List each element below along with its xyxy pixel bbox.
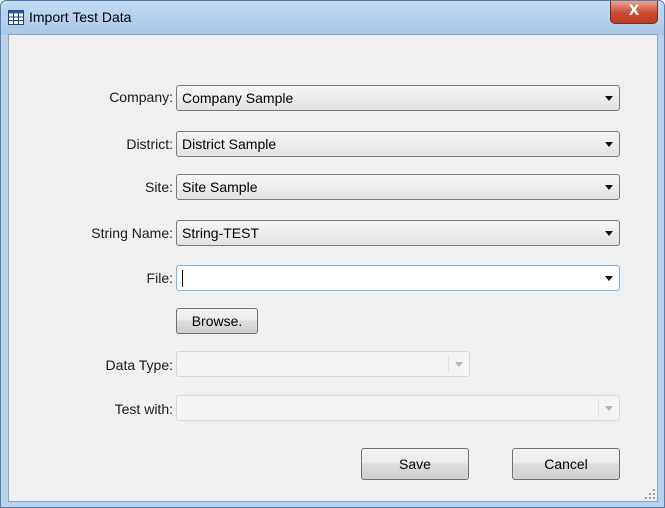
cancel-button-label: Cancel [544, 456, 588, 472]
chevron-down-icon [455, 362, 463, 367]
table-icon [8, 10, 24, 25]
browse-button[interactable]: Browse. [176, 308, 258, 334]
data-type-label: Data Type: [105, 357, 173, 373]
dropdown-separator [598, 399, 599, 417]
company-dropdown[interactable]: Company Sample [176, 85, 620, 111]
chevron-down-icon [605, 96, 613, 101]
chevron-down-icon [605, 231, 613, 236]
site-dropdown[interactable]: Site Sample [176, 174, 620, 200]
close-icon: X [628, 3, 640, 19]
close-button[interactable]: X [610, 1, 658, 24]
save-button[interactable]: Save [361, 448, 469, 480]
data-type-dropdown[interactable] [176, 351, 470, 377]
chevron-down-icon [605, 406, 613, 411]
file-label: File: [146, 270, 173, 286]
title-bar[interactable]: Import Test Data X [1, 1, 664, 35]
company-value: Company Sample [182, 90, 294, 106]
test-with-label: Test with: [114, 401, 173, 417]
chevron-down-icon [605, 185, 613, 190]
text-caret [182, 270, 183, 287]
file-combobox[interactable] [176, 265, 620, 291]
resize-grip-icon[interactable] [645, 489, 655, 499]
cancel-button[interactable]: Cancel [512, 448, 620, 480]
save-button-label: Save [399, 456, 431, 472]
import-test-data-window: Import Test Data X Company: Company Samp… [0, 0, 665, 508]
district-value: District Sample [182, 136, 277, 152]
district-label: District: [126, 136, 173, 152]
test-with-dropdown[interactable] [176, 395, 620, 421]
string-name-label: String Name: [91, 225, 173, 241]
site-label: Site: [144, 179, 173, 195]
string-name-dropdown[interactable]: String-TEST [176, 220, 620, 246]
chevron-down-icon [605, 276, 613, 281]
company-label: Company: [109, 89, 173, 105]
dropdown-separator [448, 355, 449, 373]
string-name-value: String-TEST [182, 225, 260, 241]
browse-button-label: Browse. [191, 313, 243, 329]
window-title: Import Test Data [29, 9, 132, 25]
site-value: Site Sample [182, 179, 258, 195]
dialog-body: Company: Company Sample District: Distri… [8, 34, 658, 502]
chevron-down-icon [605, 142, 613, 147]
district-dropdown[interactable]: District Sample [176, 131, 620, 157]
